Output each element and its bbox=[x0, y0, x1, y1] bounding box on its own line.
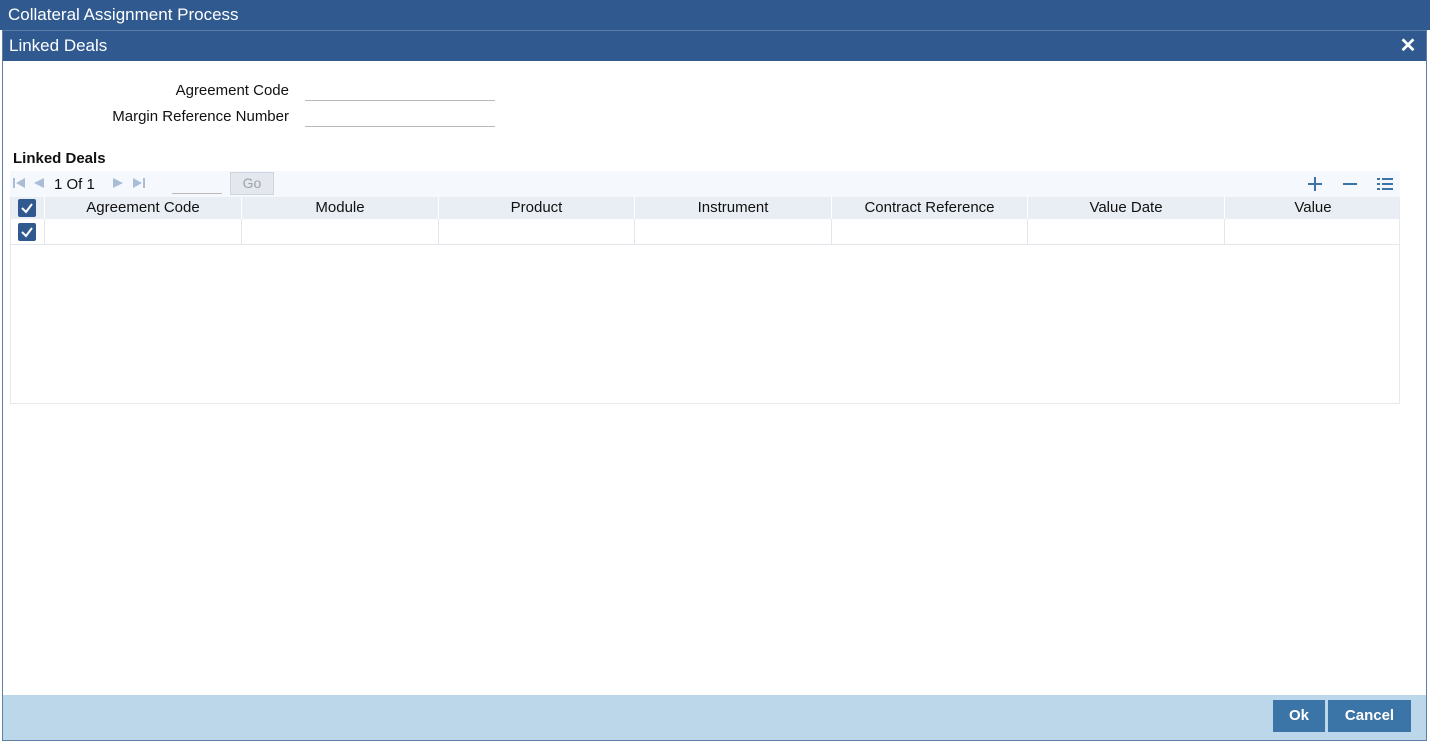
column-header-instrument[interactable]: Instrument bbox=[634, 197, 831, 219]
single-view-icon[interactable] bbox=[1376, 175, 1394, 193]
cell-contract-reference[interactable] bbox=[831, 219, 1027, 245]
agreement-code-label: Agreement Code bbox=[175, 82, 289, 99]
cell-value-date[interactable] bbox=[1027, 219, 1224, 245]
page-number-input[interactable] bbox=[172, 176, 222, 194]
next-page-icon[interactable] bbox=[111, 176, 125, 190]
dialog-footer: Ok Cancel bbox=[3, 695, 1426, 740]
current-page: 1 bbox=[54, 176, 63, 193]
ok-button[interactable]: Ok bbox=[1273, 700, 1325, 732]
agreement-code-input[interactable] bbox=[305, 81, 495, 101]
go-button[interactable]: Go bbox=[230, 172, 274, 195]
column-header-module[interactable]: Module bbox=[241, 197, 438, 219]
close-icon[interactable]: ✕ bbox=[1398, 35, 1418, 57]
margin-reference-number-input[interactable] bbox=[305, 107, 495, 127]
margin-reference-number-label: Margin Reference Number bbox=[112, 108, 289, 125]
first-page-icon[interactable] bbox=[12, 176, 26, 190]
column-header-contract-reference[interactable]: Contract Reference bbox=[831, 197, 1027, 219]
add-row-icon[interactable] bbox=[1306, 175, 1324, 193]
delete-row-icon[interactable] bbox=[1341, 175, 1359, 193]
row-checkbox[interactable] bbox=[18, 223, 36, 241]
cancel-button[interactable]: Cancel bbox=[1328, 700, 1411, 732]
column-header-value-date[interactable]: Value Date bbox=[1027, 197, 1224, 219]
app-window: Collateral Assignment Process Linked Dea… bbox=[0, 0, 1430, 745]
select-all-checkbox[interactable] bbox=[18, 199, 36, 217]
cell-agreement-code[interactable] bbox=[44, 219, 241, 245]
linked-deals-table: Agreement Code Module Product Instrument… bbox=[10, 197, 1400, 404]
total-pages: 1 bbox=[86, 176, 95, 193]
table-row[interactable] bbox=[11, 219, 1399, 245]
linked-deals-dialog: Linked Deals ✕ Agreement Code Margin Ref… bbox=[2, 30, 1427, 741]
last-page-icon[interactable] bbox=[132, 176, 146, 190]
of-label: Of bbox=[66, 176, 83, 193]
cell-product[interactable] bbox=[438, 219, 634, 245]
dialog-title-text: Linked Deals bbox=[9, 36, 108, 55]
table-header: Agreement Code Module Product Instrument… bbox=[11, 197, 1399, 219]
cell-value[interactable] bbox=[1224, 219, 1401, 245]
column-header-value[interactable]: Value bbox=[1224, 197, 1401, 219]
cell-module[interactable] bbox=[241, 219, 438, 245]
dialog-title: Linked Deals bbox=[3, 31, 1426, 61]
column-header-product[interactable]: Product bbox=[438, 197, 634, 219]
window-title: Collateral Assignment Process bbox=[0, 0, 1430, 30]
grid-toolbar: 1 Of 1 Go bbox=[10, 171, 1400, 197]
column-header-agreement-code[interactable]: Agreement Code bbox=[44, 197, 241, 219]
linked-deals-section-title: Linked Deals bbox=[13, 150, 106, 167]
cell-instrument[interactable] bbox=[634, 219, 831, 245]
page-info: 1 Of 1 bbox=[54, 176, 95, 193]
previous-page-icon[interactable] bbox=[32, 176, 46, 190]
